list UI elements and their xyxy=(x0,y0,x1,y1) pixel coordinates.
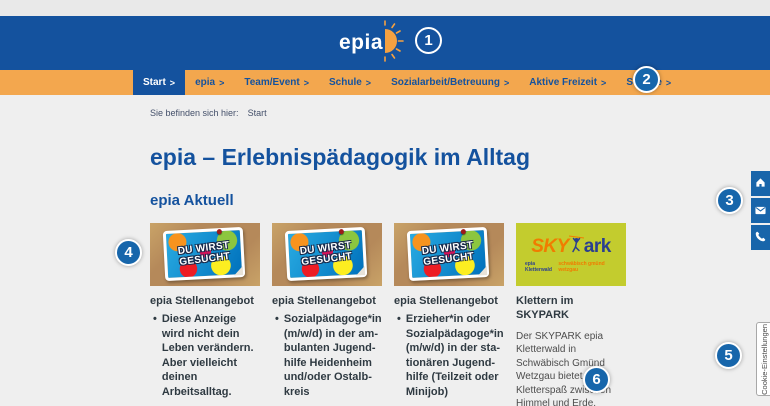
quick-contact-rail xyxy=(751,171,770,250)
nav-item-aktive-freizeit[interactable]: Aktive Freizeit> xyxy=(519,70,616,95)
phone-button[interactable] xyxy=(751,225,770,250)
annotation-marker-6: 6 xyxy=(583,366,610,393)
card-bullet: • Sozialpädagoge*in (m/w/d) in der am­bu… xyxy=(272,312,382,399)
browser-top-strip xyxy=(0,0,770,16)
pinned-note: DU WIRST GESUCHT xyxy=(407,227,490,281)
breadcrumb: Sie befinden sich hier: Start xyxy=(150,108,770,118)
card-stellenangebot-2: DU WIRST GESUCHT epia Stellenangebot • S… xyxy=(272,223,382,406)
du-wirst-gesucht-image[interactable]: DU WIRST GESUCHT xyxy=(394,223,504,286)
chevron-right-icon: > xyxy=(304,78,309,88)
skypark-logo: SKY xyxy=(521,233,621,260)
annotation-marker-4: 4 xyxy=(115,239,142,266)
chevron-right-icon: > xyxy=(601,78,606,88)
annotation-marker-1: 1 xyxy=(415,27,442,54)
skypark-sub-left: epia Kletterwald xyxy=(525,261,558,273)
card-title: epia Stellenangebot xyxy=(272,294,382,308)
chevron-right-icon: > xyxy=(219,78,224,88)
nav-item-sozialarbeit[interactable]: Sozialarbeit/Betreuung> xyxy=(381,70,519,95)
nav-item-start[interactable]: Start> xyxy=(133,60,185,95)
home-button[interactable] xyxy=(751,171,770,196)
nav-item-schule[interactable]: Schule> xyxy=(319,70,381,95)
card-stellenangebot-3: DU WIRST GESUCHT epia Stellenangebot • E… xyxy=(394,223,504,406)
teaser-cards: DU WIRST GESUCHT epia Stellenangebot • D… xyxy=(150,223,770,406)
du-wirst-gesucht-image[interactable]: DU WIRST GESUCHT xyxy=(150,223,260,286)
chevron-right-icon: > xyxy=(170,78,175,88)
nav-item-team-event[interactable]: Team/Event> xyxy=(234,70,319,95)
page-title: epia – Erlebnispädagogik im Alltag xyxy=(150,144,770,171)
skypark-logo-image[interactable]: SKY xyxy=(516,223,626,286)
card-stellenangebot-1: DU WIRST GESUCHT epia Stellenangebot • D… xyxy=(150,223,260,406)
du-wirst-gesucht-image[interactable]: DU WIRST GESUCHT xyxy=(272,223,382,286)
card-body: Der SKYPARK epia Kletter­wald in Schwäbi… xyxy=(516,330,626,406)
epia-logo[interactable]: epia xyxy=(339,20,411,67)
card-bullet: • Erzieher*in oder Sozialpädagoge*in (m/… xyxy=(394,312,504,399)
skypark-sub-right: schwäbisch gmünd wetzgau xyxy=(558,261,617,273)
card-title: Klettern im SKYPARK xyxy=(516,294,626,323)
climber-icon xyxy=(569,233,584,260)
mail-button[interactable] xyxy=(751,198,770,223)
annotation-marker-5: 5 xyxy=(715,342,742,369)
cookie-settings-tab[interactable]: Cookie-Einstellungen xyxy=(756,322,770,396)
pinned-note: DU WIRST GESUCHT xyxy=(285,227,368,281)
card-title: epia Stellenangebot xyxy=(394,294,504,308)
annotation-marker-2: 2 xyxy=(633,66,660,93)
home-icon xyxy=(755,176,766,191)
cookie-settings-label: Cookie-Einstellungen xyxy=(760,324,769,395)
section-title: epia Aktuell xyxy=(150,192,770,209)
chevron-right-icon: > xyxy=(666,78,671,88)
pinned-note: DU WIRST GESUCHT xyxy=(163,227,246,281)
card-title: epia Stellenangebot xyxy=(150,294,260,308)
card-bullet: • Diese Anzeige wird nicht dein Leben ve… xyxy=(150,312,260,399)
nav-item-epia[interactable]: epia> xyxy=(185,70,234,95)
epia-logo-text: epia xyxy=(339,31,383,55)
breadcrumb-label: Sie befinden sich hier: xyxy=(150,108,239,118)
breadcrumb-current[interactable]: Start xyxy=(248,108,267,118)
site-header: epia xyxy=(0,16,770,70)
chevron-right-icon: > xyxy=(504,78,509,88)
phone-icon xyxy=(755,230,766,245)
mail-icon xyxy=(755,203,766,218)
annotation-marker-3: 3 xyxy=(716,187,743,214)
chevron-right-icon: > xyxy=(366,78,371,88)
